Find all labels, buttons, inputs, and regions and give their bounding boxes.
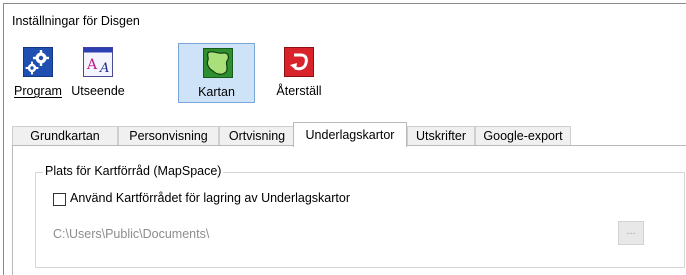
toolbar-button-utseende[interactable]: A A Utseende	[67, 43, 129, 103]
tab-label: Underlagskartor	[305, 128, 395, 142]
toolbar-button-label: Återställ	[276, 84, 322, 98]
gears-icon	[23, 47, 53, 77]
svg-text:A: A	[99, 61, 109, 76]
browse-button[interactable]: ...	[618, 221, 644, 245]
tab-personvisning[interactable]: Personvisning	[118, 126, 219, 146]
use-mapspace-label[interactable]: Använd Kartförrådet för lagring av Under…	[70, 191, 350, 205]
mapspace-path: C:\Users\Public\Documents\	[53, 227, 210, 241]
tab-control: Grundkartan Personvisning Ortvisning Und…	[12, 122, 686, 275]
font-appearance-icon: A A	[83, 47, 113, 77]
toolbar-button-label: Utseende	[71, 84, 125, 98]
tab-utskrifter[interactable]: Utskrifter	[407, 126, 475, 146]
tab-ortvisning[interactable]: Ortvisning	[219, 126, 295, 146]
toolbar-button-kartan[interactable]: Kartan	[178, 43, 255, 103]
toolbar-button-aterstall[interactable]: Återställ	[265, 43, 333, 103]
tab-panel-underlagskartor: Plats för Kartförråd (MapSpace) Använd K…	[12, 145, 686, 275]
svg-text:A: A	[86, 57, 98, 73]
tab-underlagskartor[interactable]: Underlagskartor	[293, 122, 407, 147]
toolbar-button-label: Kartan	[198, 85, 235, 99]
toolbar-button-label: Program	[14, 84, 62, 98]
tab-label: Google-export	[483, 129, 563, 143]
tab-google-export[interactable]: Google-export	[475, 126, 571, 146]
tab-grundkartan[interactable]: Grundkartan	[12, 126, 118, 146]
window-title: Inställningar för Disgen	[12, 14, 140, 28]
tab-label: Utskrifter	[416, 129, 466, 143]
toolbar-button-program[interactable]: Program	[13, 43, 63, 103]
groupbox-title: Plats för Kartförråd (MapSpace)	[43, 164, 224, 178]
map-icon	[203, 48, 233, 78]
tab-label: Personvisning	[129, 129, 208, 143]
reset-icon	[284, 47, 314, 77]
groupbox-mapspace: Plats för Kartförråd (MapSpace) Använd K…	[35, 164, 685, 268]
use-mapspace-checkbox[interactable]	[53, 193, 66, 206]
tab-label: Grundkartan	[30, 129, 100, 143]
tab-label: Ortvisning	[228, 129, 286, 143]
